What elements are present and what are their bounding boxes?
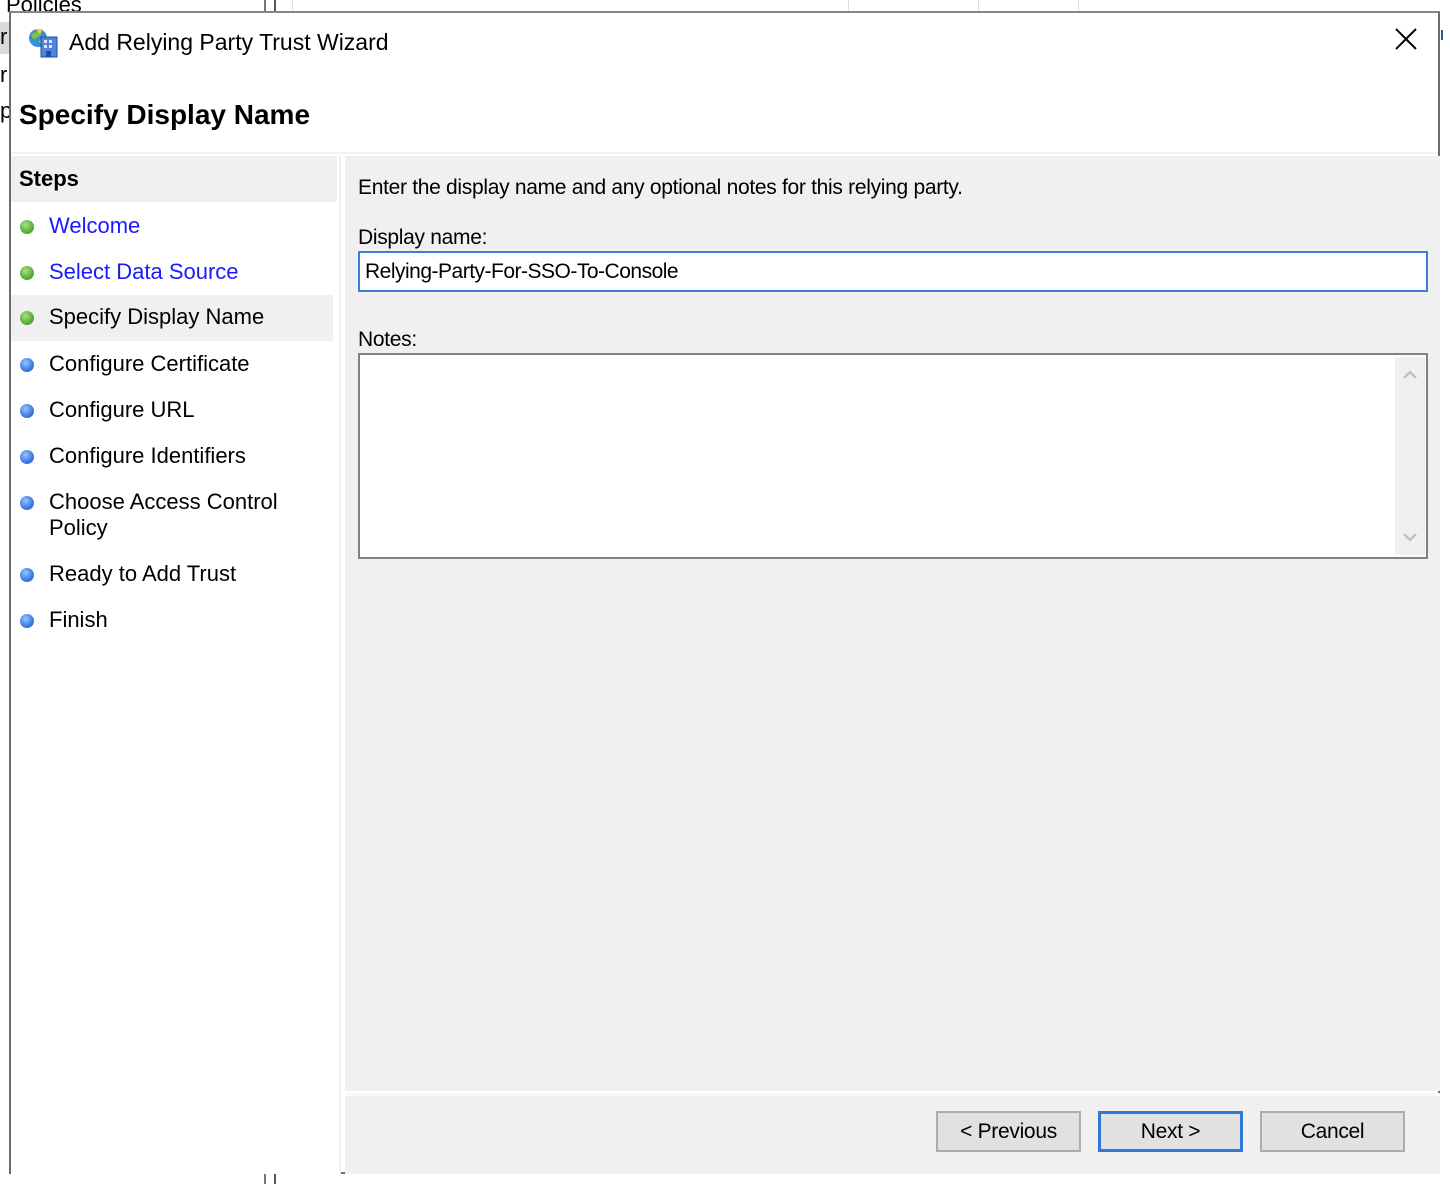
notes-field[interactable] bbox=[358, 353, 1428, 559]
close-button[interactable] bbox=[1386, 23, 1426, 59]
step-current-dot-icon bbox=[20, 311, 34, 325]
step-pending-dot-icon bbox=[20, 614, 34, 628]
previous-button[interactable]: < Previous bbox=[936, 1111, 1081, 1152]
background-text-fragment: r bbox=[0, 24, 8, 49]
step-select-data-source[interactable]: Select Data Source bbox=[11, 259, 339, 295]
step-completed-dot-icon bbox=[20, 266, 34, 280]
step-specify-display-name: Specify Display Name bbox=[11, 295, 333, 341]
step-label: Configure Identifiers bbox=[49, 443, 246, 468]
background-column-divider bbox=[978, 0, 979, 11]
step-label: Ready to Add Trust bbox=[49, 561, 237, 586]
step-pending-dot-icon bbox=[20, 404, 34, 418]
relying-party-wizard-icon bbox=[27, 27, 61, 59]
step-completed-dot-icon bbox=[20, 220, 34, 234]
notes-label: Notes: bbox=[358, 328, 417, 351]
step-pending-dot-icon bbox=[20, 450, 34, 464]
step-label: Configure Certificate bbox=[49, 351, 250, 376]
step-label: Configure URL bbox=[49, 397, 195, 422]
step-configure-certificate: Configure Certificate bbox=[11, 351, 339, 387]
step-label: Finish bbox=[49, 607, 108, 632]
title-bar[interactable]: Add Relying Party Trust Wizard bbox=[11, 13, 1438, 75]
step-label: Welcome bbox=[49, 213, 141, 238]
step-pending-dot-icon bbox=[20, 358, 34, 372]
steps-header: Steps bbox=[11, 156, 337, 202]
step-label: Select Data Source bbox=[49, 259, 239, 284]
header-divider bbox=[11, 152, 1438, 154]
step-finish: Finish bbox=[11, 607, 339, 643]
step-choose-access-control-policy: Choose Access Control Policy bbox=[11, 489, 281, 551]
background-text-fragment: p bbox=[0, 98, 9, 123]
display-name-input[interactable] bbox=[358, 251, 1428, 292]
page-heading: Specify Display Name bbox=[19, 99, 311, 130]
background-column-divider bbox=[848, 0, 849, 11]
step-label: Choose Access Control Policy bbox=[49, 489, 278, 540]
dialog-title: Add Relying Party Trust Wizard bbox=[69, 29, 389, 55]
cancel-button[interactable]: Cancel bbox=[1260, 1111, 1405, 1152]
scroll-up-button[interactable] bbox=[1395, 361, 1425, 391]
step-configure-identifiers: Configure Identifiers bbox=[11, 443, 339, 479]
steps-pane: Steps Welcome Select Data Source Specify… bbox=[11, 156, 341, 1174]
background-edge-mark bbox=[1441, 30, 1443, 40]
step-ready-to-add-trust: Ready to Add Trust bbox=[11, 561, 339, 597]
step-label: Specify Display Name bbox=[49, 304, 265, 329]
step-pending-dot-icon bbox=[20, 496, 34, 510]
wizard-dialog: Add Relying Party Trust Wizard Specify D… bbox=[9, 11, 1440, 1174]
instructions-text: Enter the display name and any optional … bbox=[358, 176, 963, 199]
step-pending-dot-icon bbox=[20, 568, 34, 582]
scroll-down-button[interactable] bbox=[1395, 523, 1425, 553]
background-column-divider bbox=[292, 0, 293, 11]
step-configure-url: Configure URL bbox=[11, 397, 339, 433]
background-column-divider bbox=[1078, 0, 1079, 11]
background-text-fragment: r bbox=[0, 62, 8, 87]
button-bar: < Previous Next > Cancel bbox=[345, 1096, 1440, 1174]
chevron-up-icon bbox=[1402, 367, 1418, 385]
next-button[interactable]: Next > bbox=[1098, 1111, 1243, 1152]
display-name-label: Display name: bbox=[358, 226, 488, 249]
notes-scrollbar[interactable] bbox=[1395, 357, 1425, 555]
close-icon bbox=[1394, 27, 1418, 56]
chevron-down-icon bbox=[1402, 529, 1418, 547]
content-pane: Enter the display name and any optional … bbox=[345, 156, 1440, 1091]
step-welcome[interactable]: Welcome bbox=[11, 213, 339, 249]
notes-textarea[interactable] bbox=[360, 355, 1390, 557]
